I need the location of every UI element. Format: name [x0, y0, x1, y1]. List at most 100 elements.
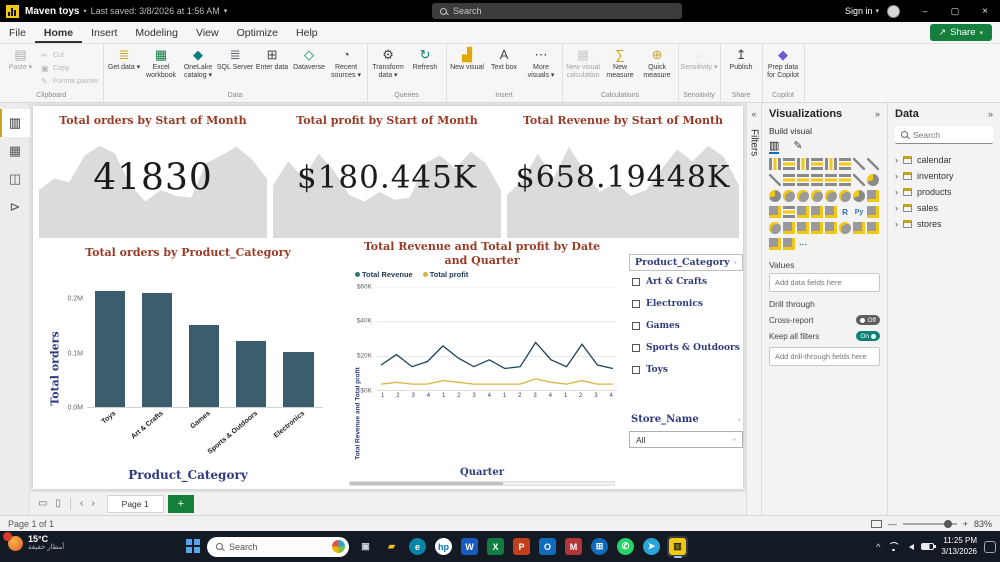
bar-toys[interactable] — [95, 291, 125, 407]
taskbar-search[interactable]: Search — [207, 537, 349, 557]
power-apps-icon[interactable] — [853, 222, 865, 234]
report-view-button[interactable]: ▥ — [0, 109, 30, 137]
slicer-option-electronics[interactable]: Electronics — [629, 293, 743, 315]
card-total-revenue[interactable]: Total Revenue by Start of Month $658.194… — [507, 110, 739, 238]
checkbox-icon[interactable] — [632, 344, 640, 352]
taskbar-app-power-bi[interactable]: ▥ — [667, 536, 688, 557]
ribbon-onelake-catalog-button[interactable]: ◆OneLake catalog ▾ — [180, 44, 217, 80]
desktop-layout-icon[interactable]: ▭ — [36, 498, 49, 509]
values-field-well[interactable]: Add data fields here — [769, 273, 880, 292]
paginated-report-icon[interactable] — [825, 222, 837, 234]
wifi-icon[interactable] — [887, 542, 899, 551]
funnel-chart-icon[interactable] — [839, 174, 851, 186]
previous-page-icon[interactable]: ‹ — [78, 498, 85, 509]
card-icon[interactable] — [867, 190, 879, 202]
shape-map-icon[interactable] — [825, 190, 837, 202]
qa-visual-icon[interactable] — [783, 222, 795, 234]
waterfall-chart-icon[interactable] — [825, 174, 837, 186]
more-visuals-icon[interactable]: ⋯ — [797, 238, 809, 250]
scatter-chart-icon[interactable] — [853, 174, 865, 186]
store-slicer[interactable]: Store_Name ▾ All ▾ — [629, 412, 743, 448]
slicer-header[interactable]: Product_Category ▾ — [629, 254, 743, 271]
ribbon-sensitivity-button[interactable]: ◌Sensitivity ▾ — [681, 44, 718, 72]
collapse-data-icon[interactable]: » — [988, 109, 993, 119]
ribbon-get-data-button[interactable]: ≣Get data ▾ — [106, 44, 143, 72]
narrative-icon[interactable] — [797, 222, 809, 234]
bar-art-crafts[interactable] — [142, 293, 172, 407]
format-visual-icon[interactable]: ✎ — [793, 139, 802, 152]
taskbar-app-outlook[interactable]: O — [537, 536, 558, 557]
next-page-icon[interactable]: › — [89, 498, 96, 509]
page-tab[interactable]: Page 1 — [107, 495, 164, 513]
ribbon-tab-view[interactable]: View — [187, 22, 228, 43]
legend-total-revenue[interactable]: Total Revenue — [355, 270, 413, 279]
ribbon-format-painter-button[interactable]: ✎Format painter — [41, 75, 99, 87]
stacked-area-chart-icon[interactable] — [769, 174, 781, 186]
gauge-icon[interactable] — [853, 190, 865, 202]
ribbon-new-visual-calculation-button[interactable]: ▦New visual calculation — [565, 44, 602, 80]
battery-icon[interactable] — [921, 543, 934, 550]
matrix-icon[interactable] — [825, 206, 837, 218]
bar-sports-outdoors[interactable] — [236, 341, 266, 407]
zoom-slider[interactable] — [903, 523, 957, 525]
ribbon-tab-file[interactable]: File — [0, 22, 35, 43]
taskbar-app-excel[interactable]: X — [485, 536, 506, 557]
store-dropdown[interactable]: All ▾ — [629, 431, 743, 448]
table-icon[interactable] — [811, 206, 823, 218]
table-inventory[interactable]: ›inventory — [895, 168, 993, 184]
taskbar-app-telegram[interactable]: ➤ — [641, 536, 662, 557]
slicer-icon[interactable] — [797, 206, 809, 218]
ribbon-tab-home[interactable]: Home — [35, 22, 82, 43]
zoom-out-button[interactable]: — — [888, 519, 897, 529]
cross-report-toggle[interactable]: Off — [856, 315, 880, 325]
stacked-column-chart-icon[interactable] — [783, 158, 795, 170]
keep-all-filters-toggle[interactable]: On — [856, 331, 880, 341]
build-visual-icon[interactable]: ▥ — [769, 139, 779, 152]
line-chart-visual[interactable]: Total Revenue and Total profit by Date a… — [341, 238, 623, 488]
slicer-option-toys[interactable]: Toys — [629, 359, 743, 381]
weather-widget[interactable]: 15°C أمطار خفيفة — [4, 534, 64, 552]
ribbon-new-visual-button[interactable]: ▟New visual — [449, 44, 486, 72]
global-search-box[interactable]: Search — [432, 3, 682, 19]
ribbon-transform-data-button[interactable]: ⚙Transform data ▾ — [370, 44, 407, 80]
fit-to-page-icon[interactable] — [871, 520, 882, 528]
ribbon-new-measure-button[interactable]: ∑New measure — [602, 44, 639, 80]
azure-map-icon[interactable] — [839, 190, 851, 202]
100-stacked-bar-chart-icon[interactable] — [825, 158, 837, 170]
r-script-visual-icon[interactable]: R — [839, 206, 851, 218]
ribbon-more-visuals-button[interactable]: ⋯More visuals ▾ — [523, 44, 560, 80]
bar-chart-visual[interactable]: Total orders by Product_Category Total o… — [39, 242, 337, 486]
100-stacked-column-chart-icon[interactable] — [839, 158, 851, 170]
ribbon-text-box-button[interactable]: AText box — [486, 44, 523, 72]
ribbon-enter-data-button[interactable]: ⊞Enter data — [254, 44, 291, 72]
ribbon-publish-button[interactable]: ↥Publish — [723, 44, 760, 72]
multi-row-card-icon[interactable] — [769, 206, 781, 218]
taskbar-app-task-view[interactable]: ▣ — [355, 536, 376, 557]
taskbar-app-file-explorer[interactable]: ▰ — [381, 536, 402, 557]
taskbar-app-word[interactable]: W — [459, 536, 480, 557]
decomposition-tree-icon[interactable] — [769, 222, 781, 234]
legend-total-profit[interactable]: Total profit — [423, 270, 469, 279]
volume-icon[interactable] — [906, 544, 914, 550]
ribbon-quick-measure-button[interactable]: ⊕Quick measure — [639, 44, 676, 80]
pie-chart-icon[interactable] — [867, 174, 879, 186]
taskbar-app-whatsapp[interactable]: ✆ — [615, 536, 636, 557]
ribbon-tab-help[interactable]: Help — [287, 22, 327, 43]
share-button[interactable]: ↗ Share ▾ — [930, 24, 992, 41]
scrollbar-thumb[interactable] — [350, 482, 503, 485]
button-slicer-icon[interactable] — [783, 238, 795, 250]
map-icon[interactable] — [797, 190, 809, 202]
start-button[interactable] — [186, 539, 201, 554]
ribbon-sql-server-button[interactable]: ≣SQL Server — [217, 44, 254, 72]
drill-through-field-well[interactable]: Add drill-through fields here — [769, 347, 880, 366]
notification-center-button[interactable] — [984, 541, 996, 553]
slicer-option-art-crafts[interactable]: Art & Crafts — [629, 271, 743, 293]
slicer-option-games[interactable]: Games — [629, 315, 743, 337]
table-products[interactable]: ›products — [895, 184, 993, 200]
slicer-option-sports-outdoors[interactable]: Sports & Outdoors — [629, 337, 743, 359]
checkbox-icon[interactable] — [632, 300, 640, 308]
card-total-orders[interactable]: Total orders by Start of Month 41830 — [39, 110, 267, 238]
horizontal-scrollbar[interactable] — [349, 481, 615, 486]
line-and-stacked-column-chart-icon[interactable] — [783, 174, 795, 186]
taskbar-app-mail[interactable]: M — [563, 536, 584, 557]
